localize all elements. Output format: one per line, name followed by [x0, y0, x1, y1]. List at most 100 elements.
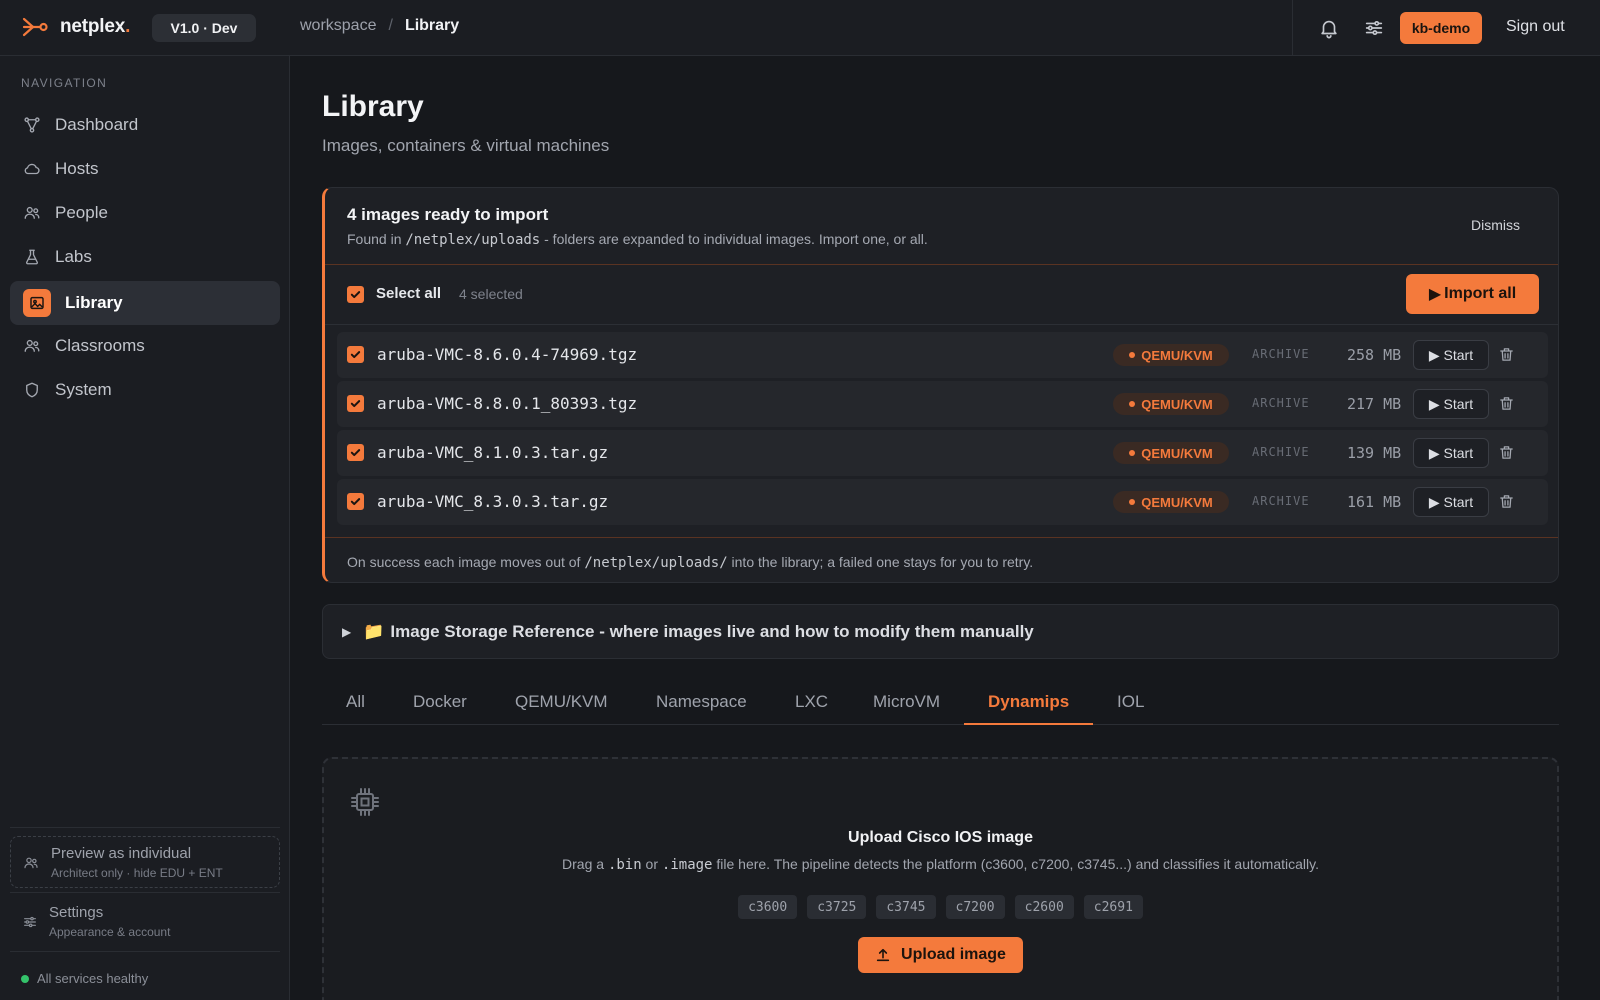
tab-namespace[interactable]: Namespace	[656, 692, 747, 712]
tab-docker[interactable]: Docker	[413, 692, 467, 712]
panel-divider	[325, 537, 1558, 538]
trash-icon[interactable]	[1498, 493, 1515, 510]
type-badge: QEMU/KVM	[1113, 442, 1229, 464]
sidebar-item-label: Classrooms	[55, 336, 145, 355]
folder-icon: 📁	[363, 621, 385, 641]
upload-image-button[interactable]: Upload image	[858, 937, 1023, 973]
image-filename: aruba-VMC_8.1.0.3.tar.gz	[377, 443, 609, 462]
sidebar-item-people[interactable]: People	[10, 191, 280, 235]
tab-dynamips[interactable]: Dynamips	[988, 692, 1069, 712]
play-icon: ▶	[1428, 493, 1444, 510]
upload-dropzone[interactable]: Upload Cisco IOS image Drag a .bin or .i…	[322, 757, 1559, 1000]
bell-icon[interactable]	[1318, 17, 1340, 39]
trash-icon[interactable]	[1498, 346, 1515, 363]
user-menu-button[interactable]: kb-demo	[1400, 12, 1482, 44]
settings-subtitle: Appearance & account	[49, 925, 171, 939]
breadcrumb-workspace[interactable]: workspace	[300, 17, 376, 35]
tab-lxc[interactable]: LXC	[795, 692, 828, 712]
image-kind: ARCHIVE	[1252, 494, 1310, 508]
status-dot-icon	[21, 974, 29, 983]
breadcrumb-separator: /	[388, 17, 393, 34]
breadcrumb-current: Library	[404, 17, 460, 34]
image-row: aruba-VMC_8.3.0.3.tar.gz QEMU/KVM ARCHIV…	[337, 479, 1548, 525]
version-badge[interactable]: V1.0 · Dev	[152, 14, 256, 42]
page-subtitle: Images, containers & virtual machines	[322, 136, 610, 155]
type-badge: QEMU/KVM	[1113, 393, 1229, 415]
sidebar-item-classrooms[interactable]: Classrooms	[10, 324, 280, 368]
preview-title: Preview as individual	[51, 845, 192, 862]
badge-dot-icon	[1129, 352, 1136, 358]
import-all-button[interactable]: ▶ Import all	[1406, 274, 1539, 314]
breadcrumb: workspace / Library	[300, 17, 459, 35]
sidebar-item-labs[interactable]: Labs	[10, 235, 280, 279]
sliders-icon	[22, 914, 38, 930]
flask-icon	[23, 248, 41, 266]
image-size: 161 MB	[1347, 493, 1402, 511]
service-health-label: All services healthy	[37, 971, 149, 986]
image-kind: ARCHIVE	[1252, 445, 1310, 459]
sidebar-item-label: Labs	[55, 247, 92, 266]
row-checkbox[interactable]	[347, 444, 364, 461]
sidebar-item-dashboard[interactable]: Dashboard	[10, 103, 280, 147]
storage-reference-toggle[interactable]: ▶ 📁 Image Storage Reference - where imag…	[322, 604, 1559, 659]
brand-name: netplex.	[60, 16, 131, 37]
sidebar-item-library[interactable]: Library	[10, 281, 280, 325]
type-badge: QEMU/KVM	[1113, 344, 1229, 366]
netplex-logo-icon	[22, 16, 48, 38]
select-all-label[interactable]: Select all	[376, 285, 441, 302]
brand-logo[interactable]: netplex.	[22, 16, 130, 38]
settings-title: Settings	[49, 904, 104, 921]
row-checkbox[interactable]	[347, 395, 364, 412]
sliders-icon[interactable]	[1363, 17, 1385, 39]
play-icon: ▶	[1428, 286, 1442, 303]
start-import-button[interactable]: ▶ Start	[1413, 389, 1489, 419]
sidebar: NAVIGATION Dashboard Hosts People Labs L…	[0, 56, 290, 1000]
row-checkbox[interactable]	[347, 346, 364, 363]
chip-icon	[349, 786, 381, 818]
storage-reference-label: Image Storage Reference - where images l…	[390, 621, 1034, 641]
settings-link[interactable]: Settings Appearance & account	[10, 898, 280, 944]
sidebar-item-label: Dashboard	[55, 115, 139, 134]
upload-icon	[875, 947, 891, 963]
start-import-button[interactable]: ▶ Start	[1413, 487, 1489, 517]
image-size: 258 MB	[1347, 346, 1402, 364]
image-row: aruba-VMC_8.1.0.3.tar.gz QEMU/KVM ARCHIV…	[337, 430, 1548, 476]
tab-qemu-kvm[interactable]: QEMU/KVM	[515, 692, 608, 712]
sidebar-item-system[interactable]: System	[10, 368, 280, 412]
upload-title: Upload Cisco IOS image	[848, 829, 1033, 846]
shield-icon	[23, 381, 41, 399]
play-icon: ▶	[1428, 395, 1444, 412]
image-row: aruba-VMC-8.8.0.1_80393.tgz QEMU/KVM ARC…	[337, 381, 1548, 427]
people-icon	[23, 204, 41, 222]
page-title: Library	[322, 90, 424, 123]
dismiss-button[interactable]: Dismiss	[1471, 217, 1520, 233]
start-import-button[interactable]: ▶ Start	[1413, 340, 1489, 370]
preview-as-individual-toggle[interactable]: Preview as individual Architect only · h…	[10, 836, 280, 888]
badge-dot-icon	[1129, 401, 1136, 407]
type-badge: QEMU/KVM	[1113, 491, 1229, 513]
sidebar-item-label: Library	[65, 293, 123, 312]
play-icon: ▶	[1428, 346, 1444, 363]
row-checkbox[interactable]	[347, 493, 364, 510]
trash-icon[interactable]	[1498, 395, 1515, 412]
topology-icon	[23, 116, 41, 134]
start-import-button[interactable]: ▶ Start	[1413, 438, 1489, 468]
image-icon	[23, 289, 51, 317]
service-health-status: All services healthy	[21, 971, 148, 986]
platform-tag: c7200	[945, 895, 1005, 919]
image-kind: ARCHIVE	[1252, 396, 1310, 410]
import-panel-description: Found in /netplex/uploads - folders are …	[347, 231, 928, 248]
tab-microvm[interactable]: MicroVM	[873, 692, 940, 712]
sidebar-item-label: System	[55, 380, 112, 399]
platform-tag: c2691	[1083, 895, 1143, 919]
tab-all[interactable]: All	[346, 692, 365, 712]
header-divider	[1292, 0, 1293, 56]
select-all-checkbox[interactable]	[347, 286, 364, 303]
selected-count: 4 selected	[459, 286, 523, 302]
trash-icon[interactable]	[1498, 444, 1515, 461]
tab-iol[interactable]: IOL	[1117, 692, 1144, 712]
sign-out-link[interactable]: Sign out	[1506, 18, 1565, 36]
sidebar-item-hosts[interactable]: Hosts	[10, 147, 280, 191]
upload-description: Drag a .bin or .image file here. The pip…	[562, 856, 1319, 873]
sidebar-item-label: Hosts	[55, 159, 99, 178]
